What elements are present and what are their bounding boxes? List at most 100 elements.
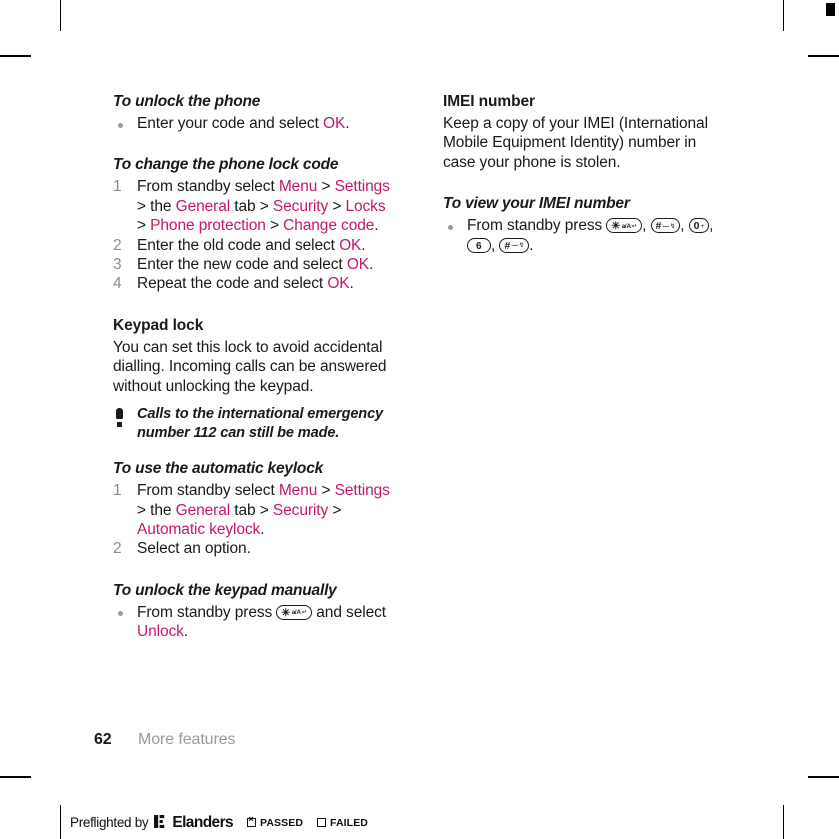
heading-to-unlock-the-phone: To unlock the phone	[113, 93, 261, 110]
path-separator: >	[328, 197, 346, 215]
heading-keypad-lock: Keypad lock	[113, 316, 204, 334]
key-hash-glyph: #	[655, 220, 662, 233]
elanders-brand-name: Elanders	[172, 813, 234, 831]
ui-path-ok: OK	[339, 236, 362, 254]
heading-imei-number: IMEI number	[443, 93, 535, 110]
key-star-sub: a/A	[291, 609, 301, 617]
key-six-glyph: 6	[476, 240, 482, 252]
key-separator: ,	[490, 236, 500, 254]
step-period: .	[260, 521, 265, 539]
crop-mark-top-left-vertical	[60, 0, 62, 31]
registration-square	[826, 3, 835, 16]
checkbox-passed-icon[interactable]	[247, 815, 257, 827]
path-separator: >	[137, 217, 151, 235]
note-emergency-number: Calls to the international emergency num…	[113, 405, 393, 442]
preflight-failed-checkbox[interactable]: FAILED	[317, 817, 368, 829]
path-separator: >	[265, 217, 284, 235]
ui-path-phone-protection: Phone protection	[150, 217, 266, 235]
list-item: Select an option.	[113, 539, 393, 559]
key-hash-glyph: #	[504, 239, 511, 252]
key-separator: ,	[680, 217, 689, 235]
step-text: Enter your code and select	[137, 115, 323, 132]
key-hash-sub: —	[511, 242, 518, 250]
step-period: .	[369, 256, 374, 274]
preflight-bar: Preflighted by Elanders PASSED FAILED	[60, 806, 368, 839]
heading-to-unlock-the-keypad-manually: To unlock the keypad manually	[113, 581, 337, 599]
heading-to-view-your-imei-number: To view your IMEI number	[443, 195, 630, 213]
step-period: .	[361, 236, 366, 254]
crop-mark-bottom-right-horizontal	[808, 776, 839, 778]
manual-page: To unlock the phone Enter your code and …	[0, 0, 839, 839]
ui-path-general: General	[175, 197, 231, 215]
key-hash-icon: # —↯	[499, 237, 530, 253]
crop-mark-top-right-horizontal	[808, 55, 839, 57]
ui-path-general: General	[175, 501, 231, 519]
list-item: Enter the old code and select OK.	[113, 236, 393, 256]
list-item: From standby press ✳ a/A↵, # —↯, 0+, 6, # —…	[443, 216, 723, 255]
preflight-passed-checkbox[interactable]: PASSED	[247, 815, 304, 829]
ui-path-security: Security	[272, 197, 329, 215]
ui-path-ok: OK	[327, 275, 350, 293]
key-star-icon: ✳ a/A↵	[606, 218, 643, 234]
ui-path-change-code: Change code	[283, 217, 375, 235]
ui-path-settings: Settings	[334, 482, 390, 500]
key-zero-glyph: 0	[693, 220, 700, 233]
step-text: Select an option.	[137, 540, 251, 558]
path-separator: >	[317, 178, 335, 196]
exclamation-icon-dot	[116, 421, 122, 427]
step-period: .	[529, 236, 534, 254]
list-item: Enter the new code and select OK.	[113, 255, 393, 275]
heading-to-change-the-phone-lock-code: To change the phone lock code	[113, 156, 339, 174]
step-text: Enter the old code and select	[137, 236, 340, 254]
note-text: Calls to the international emergency num…	[137, 406, 384, 441]
step-period: .	[349, 275, 354, 293]
crop-mark-bottom-right-vertical	[783, 805, 785, 839]
step-period: .	[345, 115, 350, 132]
key-zero-icon: 0+	[688, 218, 710, 234]
exclamation-icon	[116, 407, 123, 419]
chapter-name: More features	[138, 731, 236, 748]
elanders-logo-icon	[154, 814, 168, 829]
right-column: IMEI number Keep a copy of your IMEI (In…	[443, 92, 723, 255]
ui-path-unlock: Unlock	[137, 623, 184, 641]
step-text: From standby press	[137, 603, 277, 621]
paragraph-keypad-lock: You can set this lock to avoid accidenta…	[113, 338, 387, 395]
list-unlock-keypad: From standby press ✳ a/A↵ and select Unlo…	[113, 603, 393, 642]
ui-path-settings: Settings	[334, 178, 390, 196]
path-separator: tab >	[230, 197, 273, 215]
key-separator: ,	[642, 217, 651, 235]
list-change-lock-code: From standby select Menu > Settings > th…	[113, 177, 393, 294]
step-text: From standby select	[137, 178, 279, 196]
checkbox-failed-icon[interactable]	[317, 818, 327, 827]
path-separator: > the	[137, 501, 176, 519]
key-hash-arrow: ↯	[518, 242, 525, 250]
list-item: From standby select Menu > Settings > th…	[113, 481, 393, 539]
key-star-arrow: ↵	[301, 609, 308, 617]
ui-path-menu: Menu	[278, 482, 318, 500]
key-hash-sub: —	[662, 222, 669, 230]
list-automatic-keylock: From standby select Menu > Settings > th…	[113, 481, 393, 559]
ui-path-locks: Locks	[345, 197, 386, 215]
path-separator: >	[317, 482, 335, 500]
list-item: Repeat the code and select OK.	[113, 274, 393, 294]
step-text: From standby select	[137, 482, 279, 500]
list-view-imei: From standby press ✳ a/A↵, # —↯, 0+, 6, # —…	[443, 216, 723, 255]
step-period: .	[374, 217, 379, 235]
paragraph-imei: Keep a copy of your IMEI (International …	[443, 115, 708, 171]
list-item: From standby press ✳ a/A↵ and select Unlo…	[113, 603, 393, 642]
step-text: and select	[312, 603, 386, 621]
step-text: Enter the new code and select	[137, 256, 347, 274]
list-item: Enter your code and select OK.	[113, 114, 393, 133]
ui-path-ok: OK	[346, 256, 370, 274]
step-text: From standby press	[467, 217, 607, 235]
preflight-failed-label: FAILED	[330, 816, 368, 829]
left-column: To unlock the phone Enter your code and …	[113, 92, 393, 642]
key-hash-icon: # —↯	[650, 218, 681, 234]
heading-to-use-the-automatic-keylock: To use the automatic keylock	[113, 460, 324, 478]
key-separator: ,	[709, 217, 714, 235]
key-star-sub: a/A	[621, 222, 631, 230]
crop-mark-top-right-vertical	[783, 0, 785, 31]
path-separator: > the	[137, 197, 176, 215]
path-separator: tab >	[230, 501, 273, 519]
preflight-passed-label: PASSED	[260, 816, 304, 829]
